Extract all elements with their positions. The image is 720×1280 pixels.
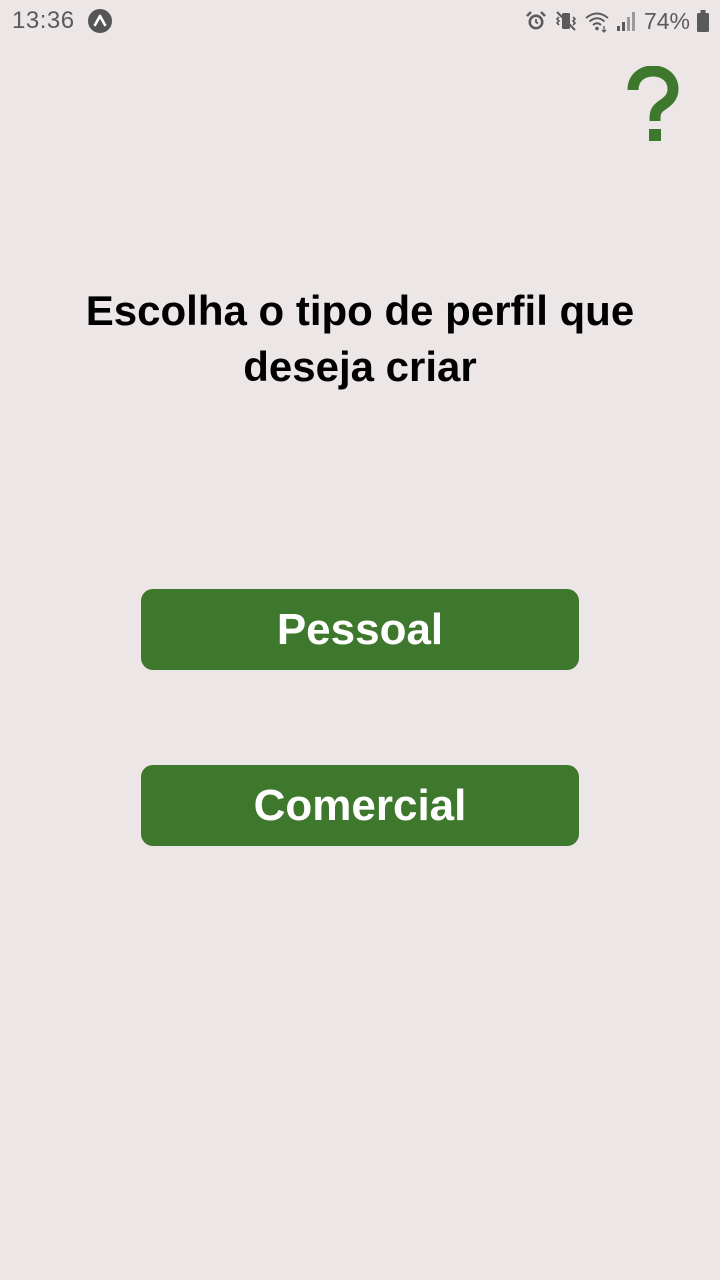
alarm-icon	[524, 9, 548, 33]
app-notification-icon	[88, 9, 112, 33]
status-bar: 13:36 74%	[0, 0, 720, 44]
status-time: 13:36	[12, 7, 75, 34]
status-icons: 74%	[524, 6, 710, 36]
page-title: Escolha o tipo de perfil que deseja cria…	[85, 287, 635, 390]
battery-percentage: 74%	[643, 7, 690, 34]
battery-icon	[696, 9, 710, 33]
personal-profile-button[interactable]: Pessoal	[141, 589, 579, 670]
wifi-icon	[584, 9, 610, 33]
signal-icon	[616, 9, 636, 33]
commercial-profile-button[interactable]: Comercial	[141, 765, 579, 846]
vibrate-icon	[554, 9, 578, 33]
help-question-icon[interactable]	[624, 66, 682, 150]
